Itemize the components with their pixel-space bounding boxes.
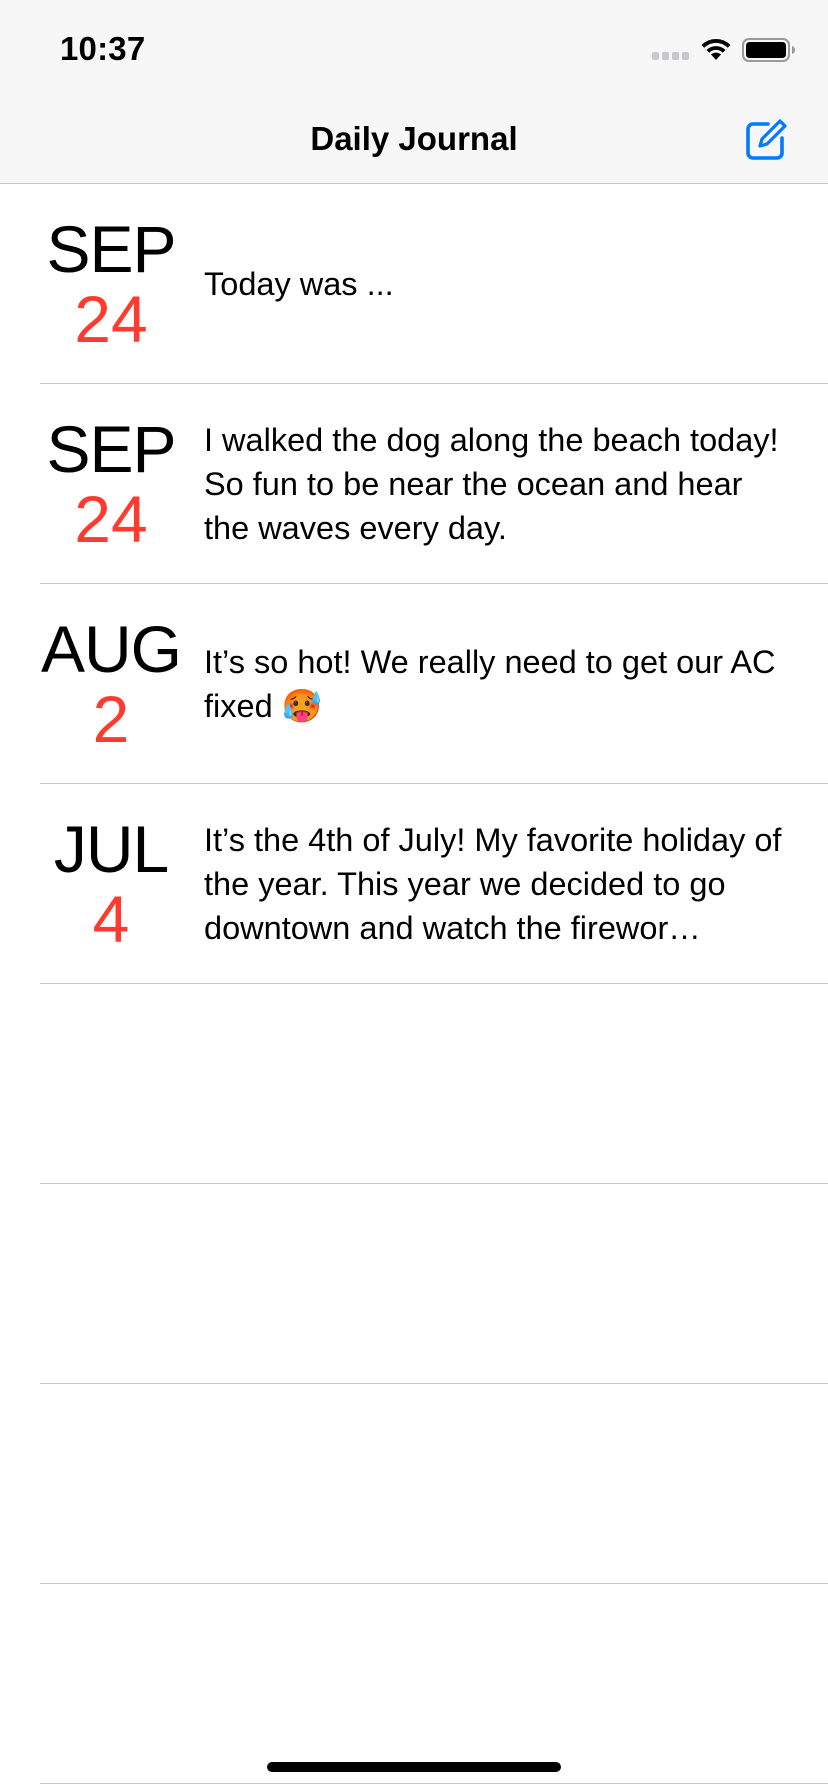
entry-day: 2 — [92, 682, 130, 756]
entry-day: 24 — [74, 282, 148, 356]
home-indicator[interactable] — [267, 1762, 561, 1772]
entry-preview: Today was ... — [204, 184, 788, 384]
entry-preview: It’s so hot! We really need to get our A… — [204, 584, 788, 784]
entry-date: AUG 2 — [32, 584, 190, 784]
empty-row — [0, 1384, 828, 1584]
entry-preview-text: Today was ... — [204, 266, 394, 302]
compose-icon — [746, 119, 787, 160]
navigation-bar: Daily Journal — [0, 96, 828, 184]
entry-date: SEP 24 — [32, 384, 190, 584]
entry-month: SEP — [46, 412, 176, 486]
journal-entry-list: SEP 24 Today was ... SEP 24 I walked the… — [0, 184, 828, 1784]
status-time: 10:37 — [60, 30, 146, 67]
entry-date: SEP 24 — [32, 184, 190, 384]
wifi-icon — [698, 36, 734, 62]
entry-preview: I walked the dog along the beach today! … — [204, 384, 788, 584]
nav-title: Daily Journal — [310, 120, 518, 157]
top-chrome: 10:37 Daily Journal — [0, 0, 828, 184]
empty-row — [0, 984, 828, 1184]
entry-month: JUL — [53, 812, 169, 886]
cellular-signal-icon — [652, 52, 690, 60]
empty-row — [0, 1184, 828, 1384]
entry-preview-text: I walked the dog along the beach today! … — [204, 422, 779, 546]
entry-preview: It’s the 4th of July! My favorite holida… — [204, 784, 788, 984]
journal-entry-row[interactable]: JUL 4 It’s the 4th of July! My favorite … — [0, 784, 828, 984]
entry-day: 24 — [74, 482, 148, 556]
entry-preview-text: It’s so hot! We really need to get our A… — [204, 644, 776, 724]
entry-month: SEP — [46, 212, 176, 286]
journal-screen: 10:37 Daily Journal SEP 24 Today was ...… — [0, 0, 828, 1792]
journal-entry-row[interactable]: AUG 2 It’s so hot! We really need to get… — [0, 584, 828, 784]
journal-entry-row[interactable]: SEP 24 I walked the dog along the beach … — [0, 384, 828, 584]
empty-row — [0, 1584, 828, 1784]
compose-button[interactable] — [738, 112, 794, 168]
entry-month: AUG — [40, 612, 182, 686]
battery-icon — [742, 38, 796, 62]
entry-day: 4 — [92, 882, 130, 956]
entry-date: JUL 4 — [32, 784, 190, 984]
row-separator — [40, 1783, 828, 1784]
journal-entry-row[interactable]: SEP 24 Today was ... — [0, 184, 828, 384]
status-bar: 10:37 — [0, 0, 828, 96]
entry-preview-text: It’s the 4th of July! My favorite holida… — [204, 822, 782, 946]
